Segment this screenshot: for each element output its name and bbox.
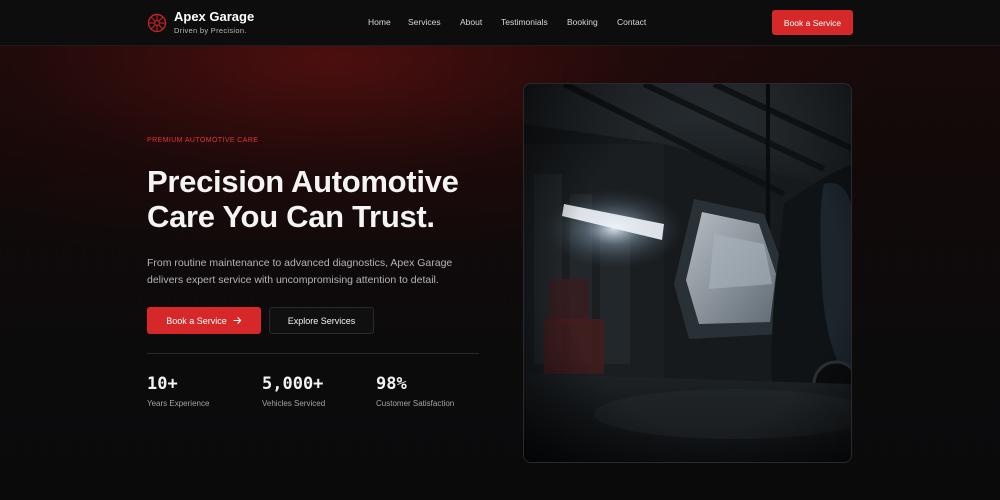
nav-link-about[interactable]: About xyxy=(460,17,482,27)
nav-link-booking[interactable]: Booking xyxy=(567,17,598,27)
brand-tagline: Driven by Precision. xyxy=(174,26,247,35)
book-service-label: Book a Service xyxy=(166,315,227,326)
wheel-icon xyxy=(147,13,167,32)
explore-services-button[interactable]: Explore Services xyxy=(269,307,374,334)
nav-link-services[interactable]: Services xyxy=(408,17,441,27)
stat-label: Vehicles Serviced xyxy=(262,399,326,408)
hero-title: Precision Automotive Care You Can Trust. xyxy=(147,164,459,234)
nav-link-testimonials[interactable]: Testimonials xyxy=(501,17,548,27)
stat-value: 10+ xyxy=(147,374,178,394)
stat-value: 98% xyxy=(376,374,407,394)
stat-value: 5,000+ xyxy=(262,374,324,394)
arrow-right-icon xyxy=(233,317,241,324)
brand-name: Apex Garage xyxy=(174,9,255,24)
top-navigation: Apex Garage Driven by Precision. Home Se… xyxy=(0,0,1000,46)
garage-hero-image xyxy=(523,83,852,463)
stat-satisfaction: 98% Customer Satisfaction xyxy=(376,374,454,408)
stat-vehicles: 5,000+ Vehicles Serviced xyxy=(262,374,325,408)
nav-book-service-button[interactable]: Book a Service xyxy=(772,10,853,35)
nav-link-home[interactable]: Home xyxy=(368,17,391,27)
hero-description: From routine maintenance to advanced dia… xyxy=(147,257,453,286)
brand[interactable]: Apex Garage Driven by Precision. xyxy=(147,10,254,35)
nav-link-contact[interactable]: Contact xyxy=(617,17,646,27)
book-service-button[interactable]: Book a Service xyxy=(147,307,261,334)
stats-divider xyxy=(147,353,479,354)
hero-eyebrow: PREMIUM AUTOMOTIVE CARE xyxy=(147,137,259,144)
stat-label: Customer Satisfaction xyxy=(376,399,455,408)
stat-experience: 10+ Years Experience xyxy=(147,374,209,408)
stat-label: Years Experience xyxy=(147,399,210,408)
